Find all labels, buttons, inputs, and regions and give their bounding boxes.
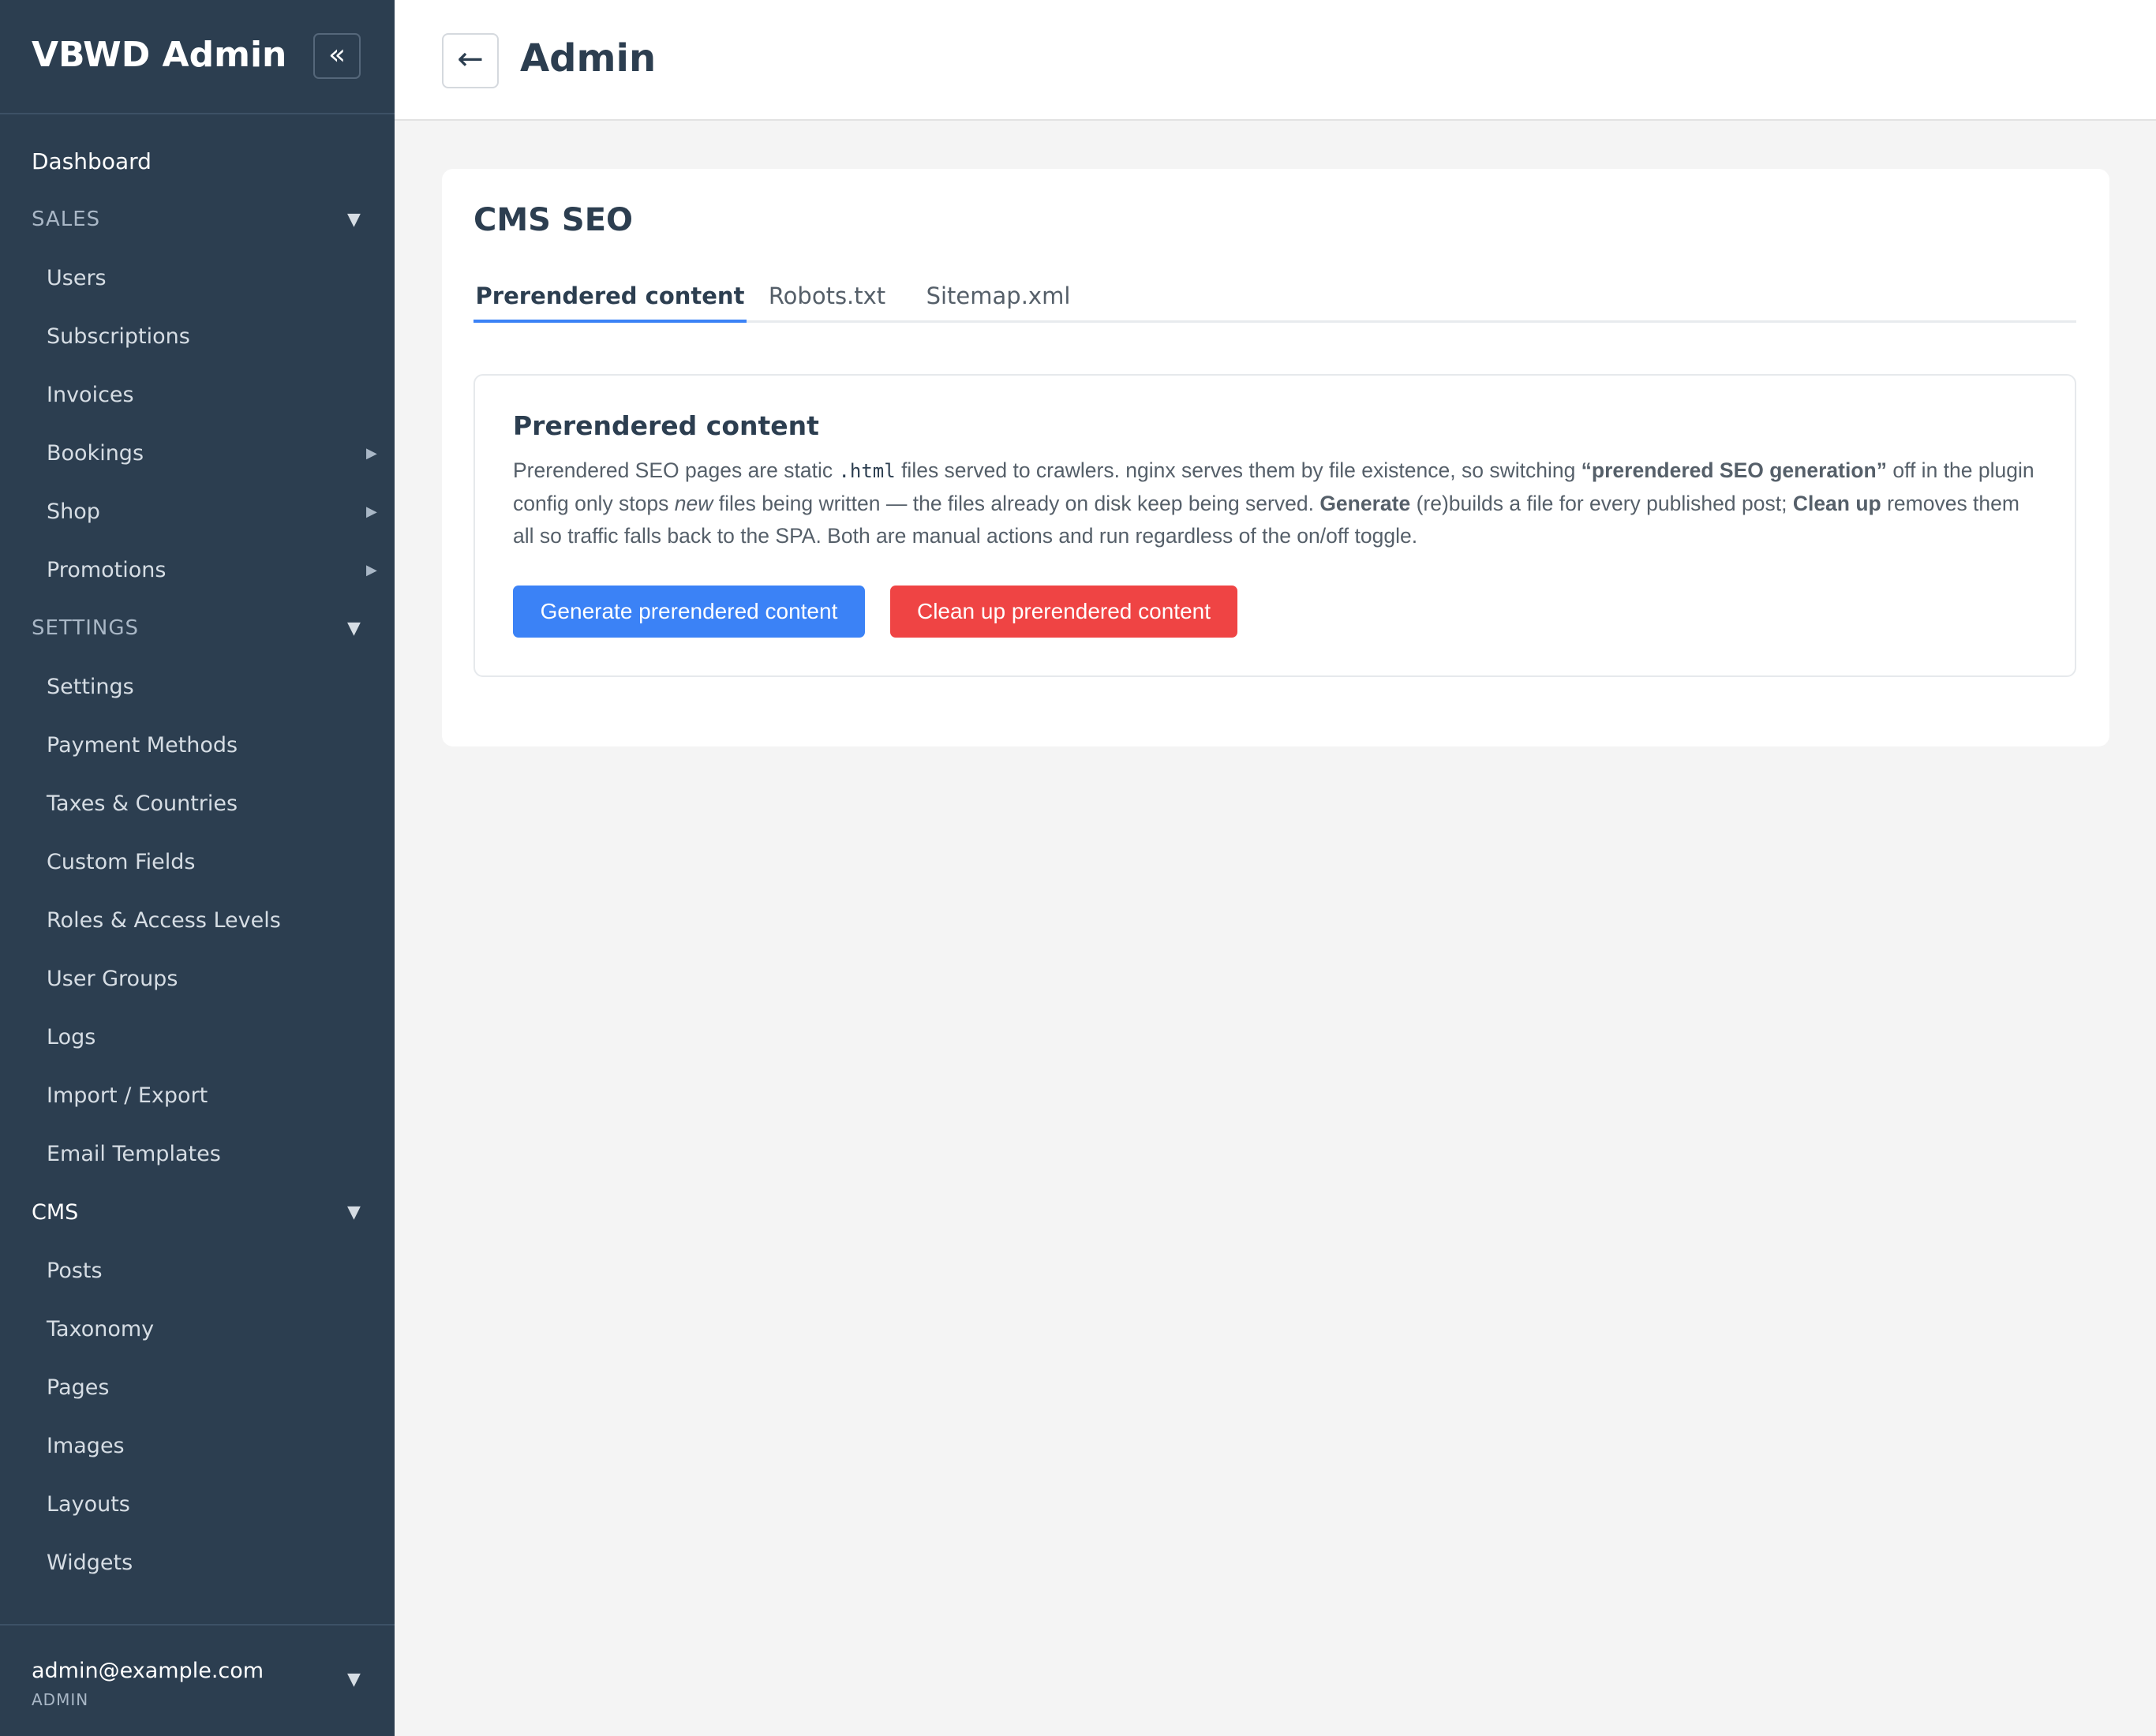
sidebar-item-invoices[interactable]: Invoices xyxy=(0,365,395,424)
sidebar-item-images[interactable]: Images xyxy=(0,1416,395,1475)
sidebar-item-payment-methods[interactable]: Payment Methods xyxy=(0,716,395,774)
sidebar-item-layouts[interactable]: Layouts xyxy=(0,1475,395,1533)
caret-right-icon: ▶ xyxy=(366,444,377,462)
cleanup-prerendered-button[interactable]: Clean up prerendered content xyxy=(890,586,1237,638)
panel-title: Prerendered content xyxy=(513,410,819,441)
brand-logo: VBWD Admin xyxy=(32,35,287,75)
sidebar: VBWD Admin « Dashboard SALES ▼ Users Sub… xyxy=(0,0,395,1736)
page-title: Admin xyxy=(520,36,657,80)
sidebar-item-dashboard[interactable]: Dashboard xyxy=(0,132,395,190)
generate-prerendered-button[interactable]: Generate prerendered content xyxy=(513,586,865,638)
caret-down-icon: ▼ xyxy=(347,618,361,638)
section-settings[interactable]: SETTINGS ▼ xyxy=(0,599,395,657)
caret-right-icon: ▶ xyxy=(366,561,377,578)
sidebar-item-settings[interactable]: Settings xyxy=(0,657,395,716)
tab-sitemap-xml[interactable]: Sitemap.xml xyxy=(908,275,1089,323)
caret-right-icon: ▶ xyxy=(366,503,377,520)
sidebar-item-taxes-countries[interactable]: Taxes & Countries xyxy=(0,774,395,832)
sidebar-item-bookings[interactable]: Bookings ▶ xyxy=(0,424,395,482)
sidebar-nav: Dashboard SALES ▼ Users Subscriptions In… xyxy=(0,114,395,1592)
sidebar-item-user-groups[interactable]: User Groups xyxy=(0,949,395,1008)
sidebar-item-roles-access-levels[interactable]: Roles & Access Levels xyxy=(0,891,395,949)
prerendered-panel: Prerendered content Prerendered SEO page… xyxy=(473,374,2076,677)
sidebar-item-email-templates[interactable]: Email Templates xyxy=(0,1124,395,1183)
tab-prerendered-content[interactable]: Prerendered content xyxy=(473,275,747,323)
section-sales[interactable]: SALES ▼ xyxy=(0,190,395,249)
sidebar-item-widgets[interactable]: Widgets xyxy=(0,1533,395,1592)
sidebar-item-posts[interactable]: Posts xyxy=(0,1241,395,1300)
caret-down-icon: ▼ xyxy=(347,1670,361,1689)
section-cms[interactable]: CMS ▼ xyxy=(0,1183,395,1241)
sidebar-item-subscriptions[interactable]: Subscriptions xyxy=(0,307,395,365)
sidebar-item-users[interactable]: Users xyxy=(0,249,395,307)
back-button[interactable]: ← xyxy=(442,33,499,88)
double-chevron-left-icon: « xyxy=(328,39,346,71)
main-content: ← Admin CMS SEO Prerendered content Robo… xyxy=(395,0,2156,1736)
user-menu[interactable]: admin@example.com ADMIN ▼ xyxy=(0,1624,395,1736)
caret-down-icon: ▼ xyxy=(347,1202,361,1222)
topbar: ← Admin xyxy=(395,0,2156,121)
tab-bar: Prerendered content Robots.txt Sitemap.x… xyxy=(473,275,2076,323)
sidebar-item-custom-fields[interactable]: Custom Fields xyxy=(0,832,395,891)
sidebar-item-taxonomy[interactable]: Taxonomy xyxy=(0,1300,395,1358)
tab-robots-txt[interactable]: Robots.txt xyxy=(747,275,908,323)
sidebar-item-logs[interactable]: Logs xyxy=(0,1008,395,1066)
user-email: admin@example.com xyxy=(32,1659,264,1683)
sidebar-item-import-export[interactable]: Import / Export xyxy=(0,1066,395,1124)
caret-down-icon: ▼ xyxy=(347,209,361,230)
sidebar-item-shop[interactable]: Shop ▶ xyxy=(0,482,395,541)
user-role: ADMIN xyxy=(32,1690,89,1709)
panel-description: Prerendered SEO pages are static .html f… xyxy=(513,458,2034,548)
app: VBWD Admin « Dashboard SALES ▼ Users Sub… xyxy=(0,0,2156,1736)
sidebar-item-pages[interactable]: Pages xyxy=(0,1358,395,1416)
arrow-left-icon: ← xyxy=(457,41,484,77)
collapse-sidebar-button[interactable]: « xyxy=(313,33,361,79)
card-title: CMS SEO xyxy=(473,202,634,238)
cms-seo-card: CMS SEO Prerendered content Robots.txt S… xyxy=(442,169,2109,746)
sidebar-item-promotions[interactable]: Promotions ▶ xyxy=(0,541,395,599)
sidebar-header: VBWD Admin « xyxy=(0,0,395,114)
